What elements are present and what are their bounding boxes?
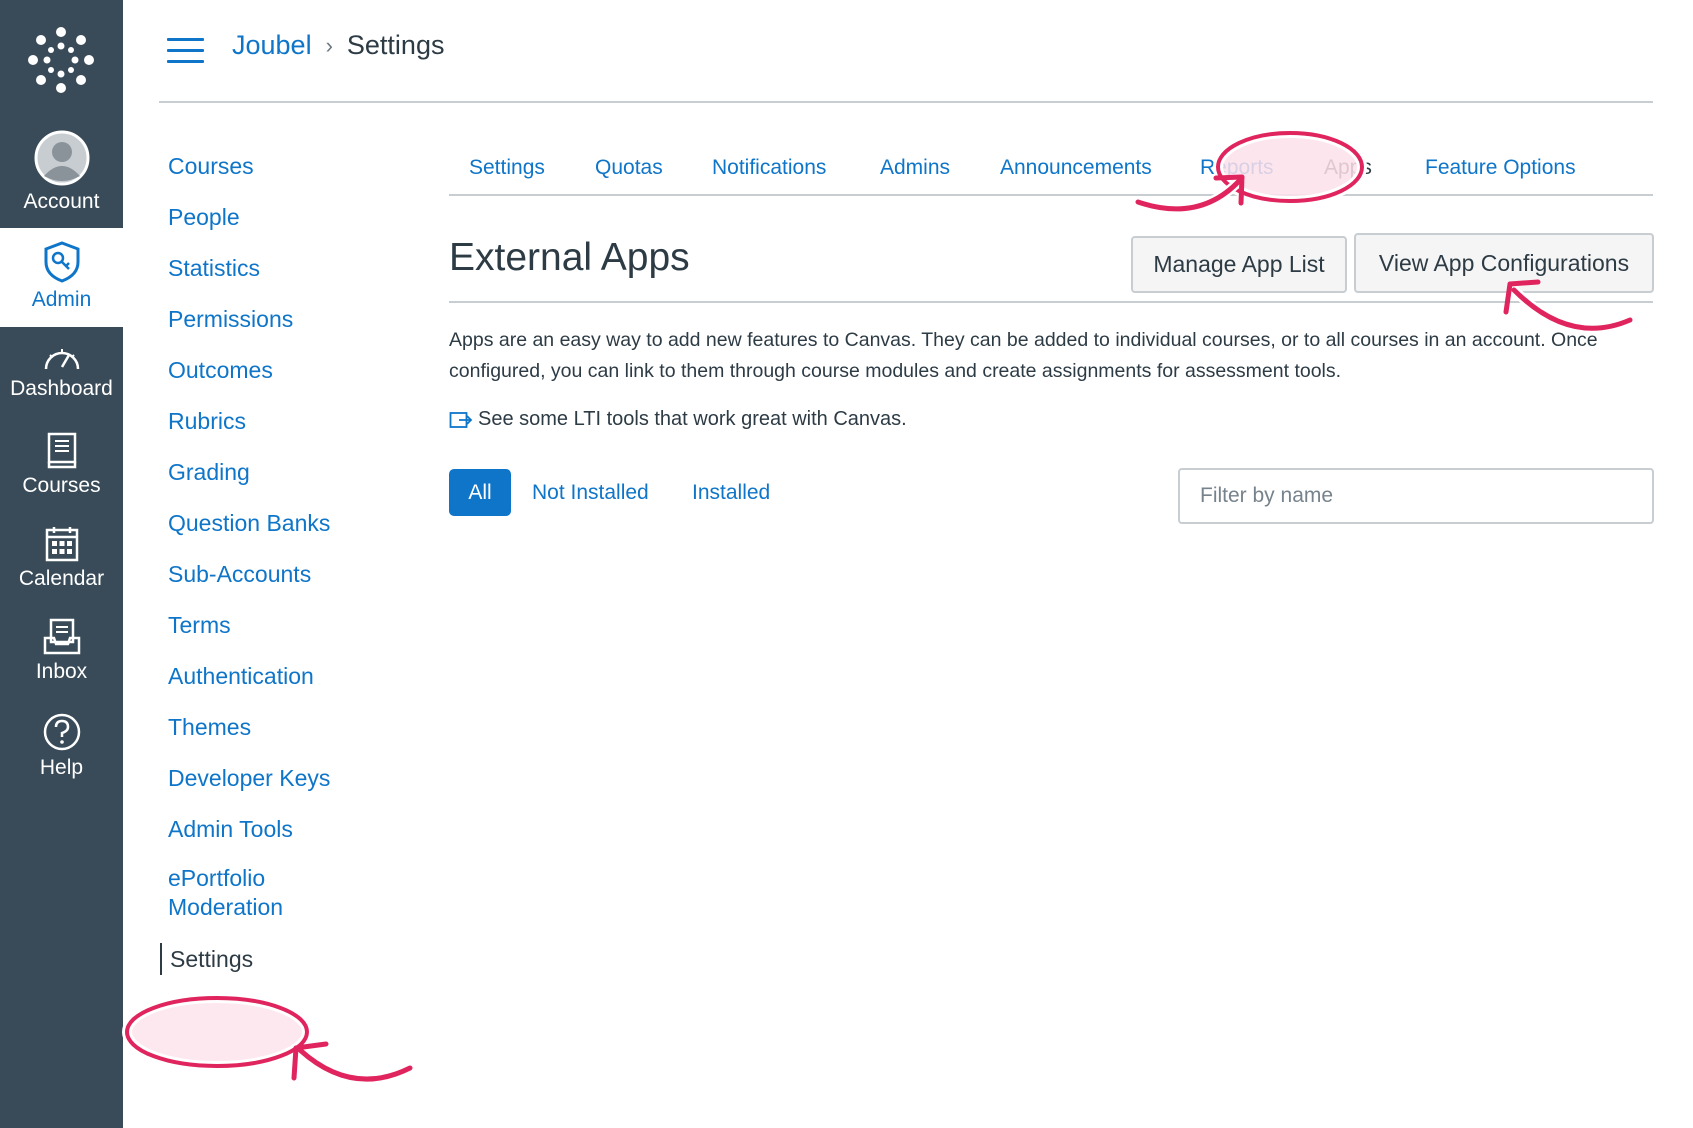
section-menu-grading[interactable]: Grading — [168, 456, 250, 488]
inbox-icon — [43, 618, 80, 655]
nav-calendar[interactable]: Calendar — [0, 525, 123, 591]
breadcrumb: Joubel › Settings — [232, 30, 444, 61]
section-menu-admin-tools[interactable]: Admin Tools — [168, 813, 293, 845]
tab-admins[interactable]: Admins — [880, 156, 950, 180]
section-menu-eportfolio-moderation[interactable]: ePortfolio Moderation — [168, 864, 318, 922]
tab-apps[interactable]: Apps — [1324, 156, 1372, 180]
tab-reports[interactable]: Reports — [1200, 156, 1274, 180]
section-menu-people[interactable]: People — [168, 201, 240, 233]
section-menu-terms[interactable]: Terms — [168, 609, 231, 641]
help-icon — [43, 713, 80, 751]
hamburger-menu-icon[interactable] — [167, 36, 204, 64]
settings-menu-highlight — [122, 993, 415, 1084]
nav-account[interactable]: Account — [0, 130, 123, 214]
breadcrumb-link-joubel[interactable]: Joubel — [232, 30, 312, 61]
section-menu-permissions[interactable]: Permissions — [168, 303, 293, 335]
section-menu-courses[interactable]: Courses — [168, 150, 254, 182]
lti-tools-link[interactable]: See some LTI tools that work great with … — [449, 408, 907, 431]
title-divider — [449, 301, 1653, 303]
section-menu-outcomes[interactable]: Outcomes — [168, 354, 273, 386]
page-title: External Apps — [449, 236, 690, 279]
manage-app-list-button[interactable]: Manage App List — [1131, 236, 1347, 293]
avatar-icon — [34, 130, 89, 186]
view-app-configurations-button[interactable]: View App Configurations — [1354, 233, 1654, 293]
section-menu-rubrics[interactable]: Rubrics — [168, 405, 246, 437]
nav-inbox-label: Inbox — [35, 660, 88, 683]
external-link-icon — [449, 411, 473, 428]
nav-help-label: Help — [39, 756, 84, 779]
nav-account-label: Account — [23, 190, 100, 213]
nav-dashboard-label: Dashboard — [10, 377, 113, 400]
section-menu-themes[interactable]: Themes — [168, 711, 251, 743]
lti-tools-link-text: See some LTI tools that work great with … — [478, 408, 907, 430]
tab-announcements[interactable]: Announcements — [1000, 156, 1152, 180]
nav-admin-label: Admin — [31, 288, 92, 311]
tab-quotas[interactable]: Quotas — [595, 156, 663, 180]
filter-by-name-input[interactable] — [1178, 468, 1654, 524]
canvas-logo-icon[interactable] — [0, 0, 123, 120]
nav-courses-label: Courses — [22, 474, 101, 497]
nav-courses[interactable]: Courses — [0, 432, 123, 498]
dashboard-gauge-icon — [44, 349, 79, 370]
global-nav: Account Admin Dashboard Courses Calendar… — [0, 0, 123, 1128]
nav-calendar-label: Calendar — [18, 567, 105, 590]
nav-dashboard[interactable]: Dashboard — [0, 343, 123, 401]
filter-not-installed-pill[interactable]: Not Installed — [532, 469, 649, 516]
book-icon — [47, 432, 76, 469]
calendar-icon — [45, 527, 78, 562]
breadcrumb-separator: › — [325, 32, 333, 58]
tab-notifications[interactable]: Notifications — [712, 156, 826, 180]
nav-admin[interactable]: Admin — [0, 228, 123, 327]
breadcrumb-current: Settings — [346, 30, 445, 60]
nav-inbox[interactable]: Inbox — [0, 618, 123, 684]
section-menu-developer-keys[interactable]: Developer Keys — [168, 762, 330, 794]
section-menu-statistics[interactable]: Statistics — [168, 252, 260, 284]
section-menu-authentication[interactable]: Authentication — [168, 660, 314, 692]
apps-description: Apps are an easy way to add new features… — [449, 329, 1598, 382]
filter-all-pill[interactable]: All — [449, 469, 511, 516]
tab-settings[interactable]: Settings — [469, 156, 545, 180]
shield-key-icon — [44, 241, 79, 283]
header-divider — [159, 101, 1653, 103]
tab-feature-options[interactable]: Feature Options — [1425, 156, 1576, 180]
section-menu-sub-accounts[interactable]: Sub-Accounts — [168, 558, 311, 590]
settings-tabs: Settings Quotas Notifications Admins Ann… — [449, 150, 1653, 196]
section-menu-settings[interactable]: Settings — [160, 943, 253, 975]
nav-help[interactable]: Help — [0, 712, 123, 780]
section-menu-question-banks[interactable]: Question Banks — [168, 507, 330, 539]
filter-installed-pill[interactable]: Installed — [692, 469, 770, 516]
